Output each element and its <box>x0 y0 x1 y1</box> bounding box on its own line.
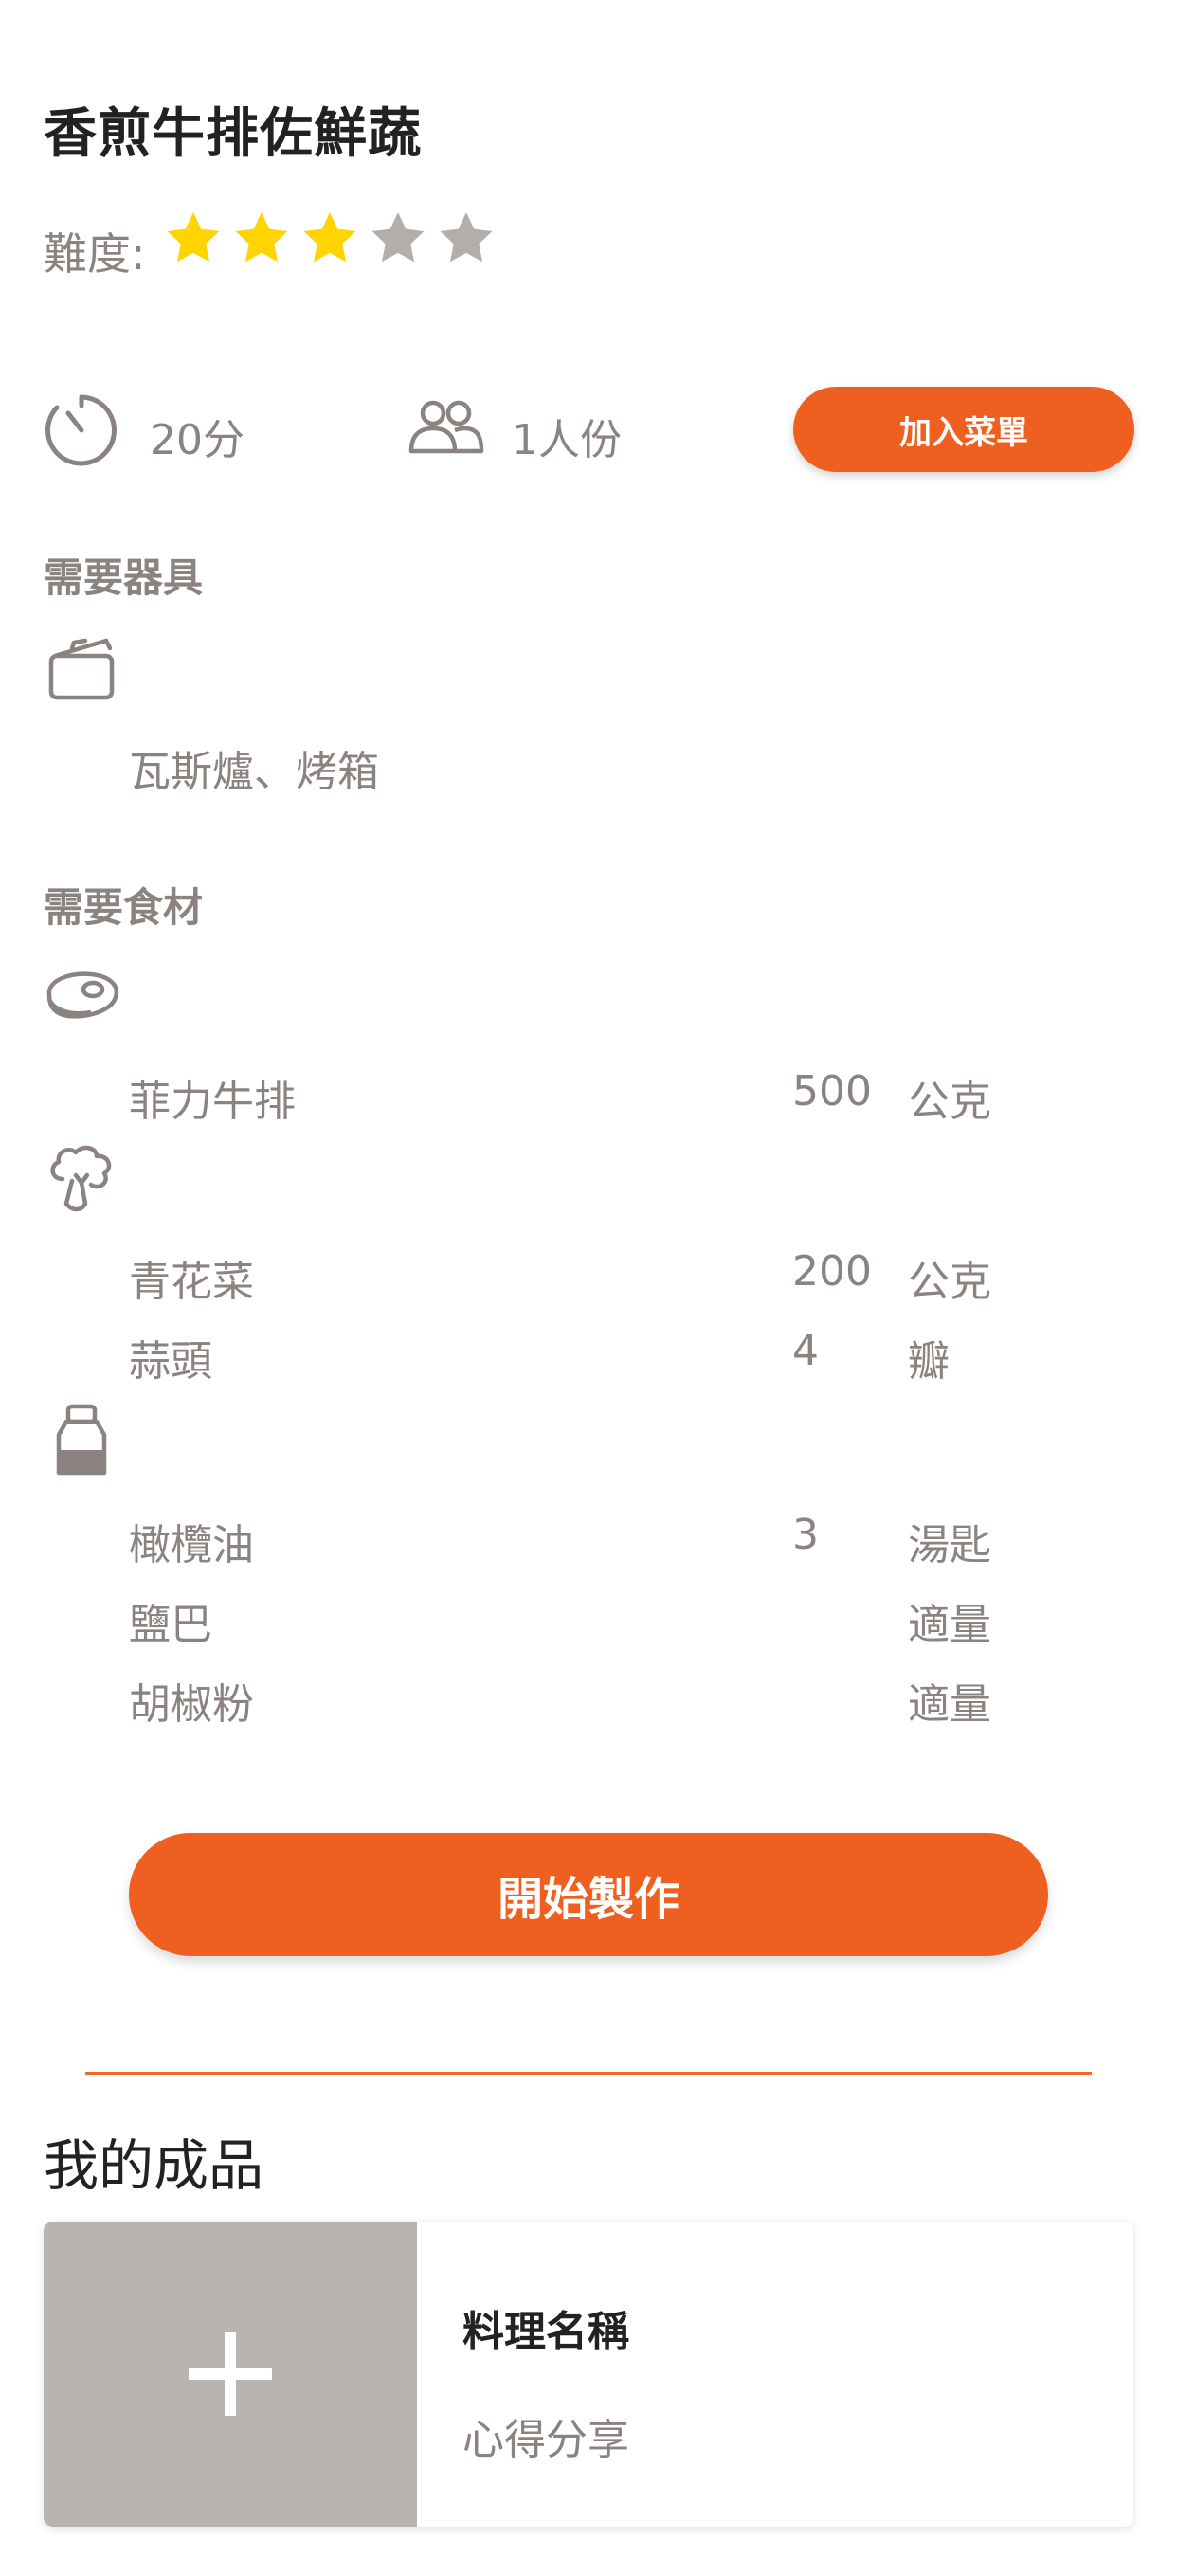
servings-value: 1人份 <box>512 416 622 464</box>
ingredient-name: 胡椒粉 <box>129 1680 254 1729</box>
ingredient-qty: 3 <box>792 1511 819 1559</box>
timer-icon <box>44 392 119 468</box>
ingredient-unit: 公克 <box>908 1258 991 1306</box>
ingredient-unit: 適量 <box>908 1680 991 1729</box>
ingredient-name: 橄欖油 <box>129 1521 254 1569</box>
ingredient-unit: 湯匙 <box>908 1521 991 1569</box>
dish-name-field[interactable]: 料理名稱 <box>462 2297 629 2358</box>
star-icon <box>436 209 497 269</box>
broccoli-icon <box>44 1141 119 1221</box>
seasoning-icon <box>53 1403 110 1482</box>
star-icon <box>299 209 360 269</box>
start-cooking-button[interactable]: 開始製作 <box>129 1833 1048 1956</box>
ingredient-qty: 500 <box>792 1067 872 1116</box>
ingredient-name: 蒜頭 <box>129 1337 212 1386</box>
ingredient-unit: 公克 <box>908 1078 991 1126</box>
ingredients-title: 需要食材 <box>44 884 204 931</box>
star-icon <box>231 209 292 269</box>
star-icon <box>368 209 428 269</box>
my-works-title: 我的成品 <box>44 2133 264 2198</box>
difficulty-stars <box>163 209 497 269</box>
meat-icon <box>44 967 121 1027</box>
equipment-items: 瓦斯爐、烤箱 <box>129 748 379 796</box>
star-icon <box>163 209 224 269</box>
add-to-menu-button[interactable]: 加入菜單 <box>793 387 1134 472</box>
time-value: 20分 <box>150 416 244 464</box>
add-photo-button[interactable] <box>44 2222 417 2527</box>
ingredient-name: 鹽巴 <box>129 1601 212 1649</box>
ingredient-unit: 適量 <box>908 1601 991 1649</box>
pot-icon <box>44 629 119 709</box>
plus-icon <box>189 2332 272 2416</box>
people-icon <box>407 396 485 457</box>
experience-share-field[interactable]: 心得分享 <box>462 2405 629 2466</box>
ingredient-name: 菲力牛排 <box>129 1078 296 1126</box>
ingredient-unit: 瓣 <box>908 1337 950 1386</box>
my-work-card[interactable]: 料理名稱 心得分享 <box>44 2222 1133 2527</box>
ingredient-qty: 4 <box>792 1327 819 1375</box>
ingredient-name: 青花菜 <box>129 1258 254 1306</box>
recipe-title: 香煎牛排佐鮮蔬 <box>44 103 422 165</box>
difficulty-label: 難度: <box>44 228 146 280</box>
ingredient-qty: 200 <box>792 1247 872 1296</box>
section-divider <box>85 2072 1092 2075</box>
equipment-title: 需要器具 <box>44 554 204 601</box>
